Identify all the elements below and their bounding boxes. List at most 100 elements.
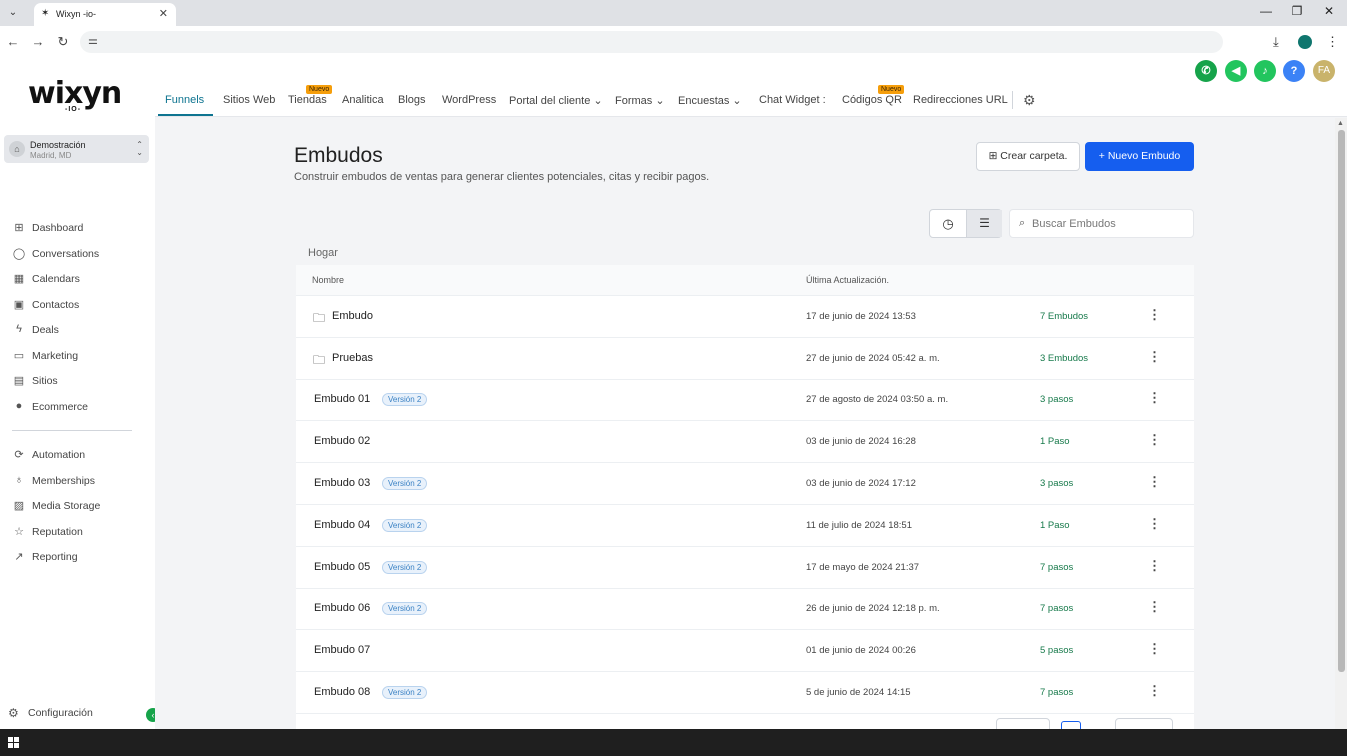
minimize-icon[interactable]: — (1256, 4, 1276, 18)
contacts-icon: ▣ (13, 299, 25, 311)
back-icon[interactable]: ← (5, 34, 21, 49)
row-date: 03 de junio de 2024 17:12 (806, 478, 916, 489)
tab-redirecciones-url[interactable]: Redirecciones URL (913, 94, 1008, 106)
window-close-icon[interactable]: ✕ (1319, 4, 1339, 18)
table-row[interactable]: Embudo 07 01 de junio de 2024 00:26 5 pa… (296, 630, 1194, 672)
reload-icon[interactable]: ↻ (55, 34, 71, 50)
table-row[interactable]: Embudo 01 Versión 2 27 de agosto de 2024… (296, 379, 1194, 421)
sidebar-item-label: Dashboard (32, 222, 84, 234)
sidebar-item-automation[interactable]: ⟳ Automation (12, 446, 147, 464)
browser-menu-icon[interactable]: ⋮ (1326, 34, 1339, 50)
sidebar-item-sitios[interactable]: ▤ Sitios (12, 372, 147, 390)
row-name[interactable]: Embudo 06 (314, 602, 370, 614)
tab-chat-widget[interactable]: Chat Widget : (759, 94, 826, 106)
row-name[interactable]: Embudo 04 (314, 519, 370, 531)
tab-funnels[interactable]: Funnels (165, 94, 204, 106)
sidebar-item-dashboard[interactable]: ⊞ Dashboard (12, 219, 147, 237)
breadcrumb[interactable]: Hogar (308, 247, 338, 259)
tab-tiendas[interactable]: Tiendas (288, 94, 327, 106)
col-header-updated[interactable]: Última Actualización. (806, 275, 889, 285)
tab-codigos-qr[interactable]: Códigos QR (842, 94, 902, 106)
more-options-icon[interactable]: ⋮ (1148, 432, 1161, 448)
create-folder-button[interactable]: ⊞ Crear carpeta. (976, 142, 1080, 171)
row-name[interactable]: Embudo 08 (314, 686, 370, 698)
sidebar-item-conversations[interactable]: ◯ Conversations (12, 245, 147, 263)
account-switcher[interactable]: ⌂ Demostración Madrid, MD ⌃ ⌄ (4, 135, 149, 163)
sidebar-item-memberships[interactable]: ♁ Memberships (12, 472, 147, 490)
restore-icon[interactable]: ❐ (1287, 4, 1307, 18)
table-row[interactable]: Embudo 08 Versión 2 5 de junio de 2024 1… (296, 672, 1194, 714)
settings-gear-icon[interactable]: ⚙ (1023, 92, 1036, 109)
row-name[interactable]: Embudo 02 (314, 435, 370, 447)
user-avatar[interactable]: FA (1313, 60, 1335, 82)
scroll-up-icon[interactable]: ▲ (1337, 120, 1344, 127)
bell-icon[interactable]: ♪ (1254, 60, 1276, 82)
tab-sitios-web[interactable]: Sitios Web (223, 94, 275, 106)
clock-icon[interactable]: ◷ (930, 210, 966, 237)
more-options-icon[interactable]: ⋮ (1148, 683, 1161, 699)
tab-formas[interactable]: Formas ⌄ (615, 94, 665, 107)
more-options-icon[interactable]: ⋮ (1148, 599, 1161, 615)
more-options-icon[interactable]: ⋮ (1148, 474, 1161, 490)
search-input[interactable] (1032, 215, 1187, 233)
more-options-icon[interactable]: ⋮ (1148, 307, 1161, 323)
row-name[interactable]: Pruebas (332, 352, 373, 364)
forward-icon[interactable]: → (30, 34, 46, 49)
table-row[interactable]: Embudo 02 03 de junio de 2024 16:28 1 Pa… (296, 421, 1194, 463)
tab-encuestas[interactable]: Encuestas ⌄ (678, 94, 742, 107)
row-name[interactable]: Embudo 03 (314, 477, 370, 489)
more-options-icon[interactable]: ⋮ (1148, 641, 1161, 657)
row-name[interactable]: Embudo 01 (314, 393, 370, 405)
tab-blogs[interactable]: Blogs (398, 94, 426, 106)
row-name[interactable]: Embudo (332, 310, 373, 322)
new-funnel-button[interactable]: + Nuevo Embudo (1085, 142, 1194, 171)
windows-start-icon[interactable] (8, 737, 19, 748)
sidebar-item-marketing[interactable]: ▭ Marketing (12, 347, 147, 365)
pagination-current-page[interactable] (1061, 721, 1081, 729)
list-view-icon[interactable]: ☰ (966, 210, 1002, 237)
sidebar-item-calendars[interactable]: ▦ Calendars (12, 270, 147, 288)
tab-search-icon[interactable]: ⌄ (6, 6, 20, 20)
sidebar-item-deals[interactable]: ϟ Deals (12, 321, 147, 339)
table-row[interactable]: 🗀 Embudo 17 de junio de 2024 13:53 7 Emb… (296, 296, 1194, 338)
phone-icon[interactable]: ✆ (1195, 60, 1217, 82)
row-count: 3 pasos (1040, 478, 1074, 489)
browser-tab[interactable]: ✶ Wixyn -io- ✕ (34, 3, 176, 26)
site-info-icon[interactable]: ⚌ (88, 34, 98, 47)
table-row[interactable]: Embudo 04 Versión 2 11 de julio de 2024 … (296, 505, 1194, 547)
address-bar[interactable]: ⚌ (80, 31, 1223, 53)
tab-wordpress[interactable]: WordPress (442, 94, 496, 106)
sidebar-item-reputation[interactable]: ☆ Reputation (12, 523, 147, 541)
tab-portal-del-cliente[interactable]: Portal del cliente ⌄ (509, 94, 603, 107)
scrollbar-thumb[interactable] (1338, 130, 1345, 672)
help-icon[interactable]: ? (1283, 60, 1305, 82)
more-options-icon[interactable]: ⋮ (1148, 349, 1161, 365)
more-options-icon[interactable]: ⋮ (1148, 390, 1161, 406)
row-name[interactable]: Embudo 05 (314, 561, 370, 573)
more-options-icon[interactable]: ⋮ (1148, 516, 1161, 532)
tab-analitica[interactable]: Analitica (342, 94, 384, 106)
sidebar-item-contactos[interactable]: ▣ Contactos (12, 296, 147, 314)
row-name[interactable]: Embudo 07 (314, 644, 370, 656)
table-row[interactable]: Embudo 03 Versión 2 03 de junio de 2024 … (296, 463, 1194, 505)
pagination-next-button[interactable] (1115, 718, 1173, 729)
folder-icon: 🗀 (313, 311, 326, 325)
pagination-previous-button[interactable] (996, 718, 1050, 729)
table-row[interactable]: Embudo 06 Versión 2 26 de junio de 2024 … (296, 588, 1194, 630)
row-count: 7 Embudos (1040, 311, 1089, 322)
tab-close-icon[interactable]: ✕ (159, 7, 168, 20)
os-taskbar (0, 729, 1347, 756)
megaphone-icon[interactable]: ◀ (1225, 60, 1247, 82)
new-badge: Nuevo (306, 85, 333, 94)
sidebar-item-reporting[interactable]: ↗ Reporting (12, 548, 147, 566)
page-scrollbar[interactable]: ▲ (1335, 118, 1347, 729)
sidebar-item-media-storage[interactable]: ▨ Media Storage (12, 497, 147, 515)
sidebar-item-ecommerce[interactable]: ● Ecommerce (12, 398, 147, 416)
more-options-icon[interactable]: ⋮ (1148, 558, 1161, 574)
col-header-name[interactable]: Nombre (312, 275, 344, 285)
browser-profile-avatar[interactable] (1298, 35, 1312, 49)
table-row[interactable]: Embudo 05 Versión 2 17 de mayo de 2024 2… (296, 547, 1194, 589)
download-icon[interactable]: ⤓ (1273, 34, 1279, 50)
active-tab-indicator (158, 114, 213, 116)
table-row[interactable]: 🗀 Pruebas 27 de junio de 2024 05:42 a. m… (296, 338, 1194, 380)
